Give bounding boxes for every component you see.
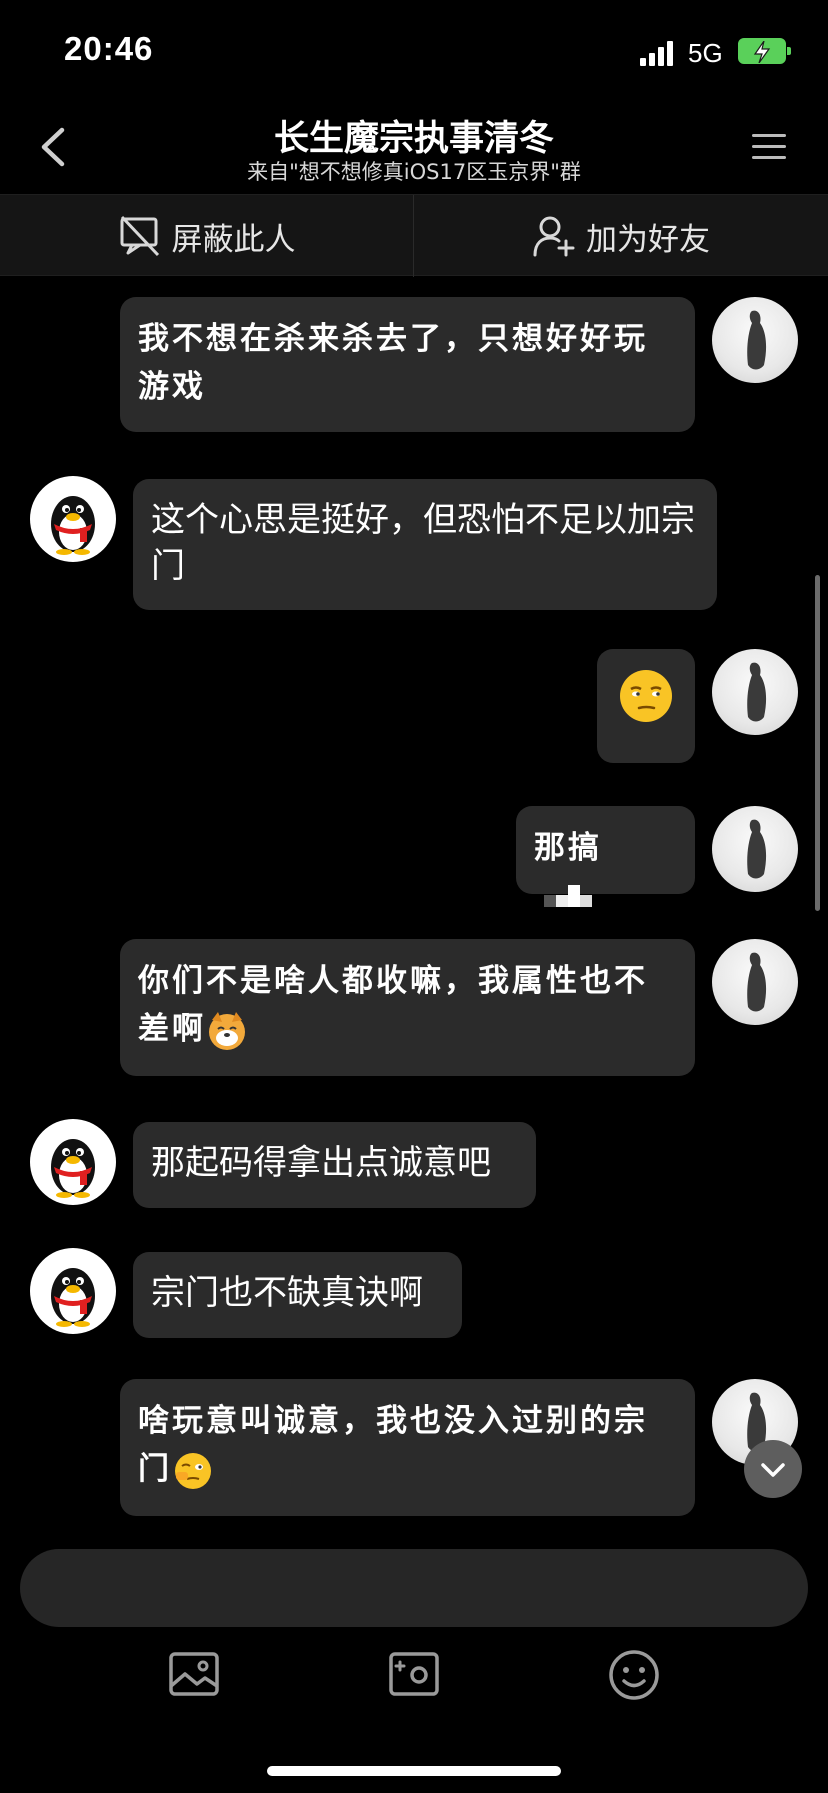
message-bubble-received[interactable]: 宗门也不缺真诀啊 [133, 1252, 462, 1338]
mosaic-emoji-icon [544, 884, 592, 907]
block-icon [120, 215, 159, 257]
penguin-avatar-icon [51, 496, 95, 555]
ink-figure-avatar-icon [747, 952, 767, 1012]
message-text: 那起码得拿出点诚意吧 [151, 1143, 491, 1183]
avatar[interactable] [30, 476, 116, 562]
message-bubble-received[interactable]: 这个心思是挺好，但恐怕不足以加宗门 [133, 479, 717, 610]
message-bubble-sent[interactable]: 那搞 [516, 806, 695, 907]
avatar[interactable] [712, 297, 798, 383]
menu-button[interactable] [752, 130, 786, 164]
home-indicator[interactable] [267, 1766, 561, 1776]
message-text: 那搞 [534, 830, 602, 866]
message-bubble-sent[interactable]: 我不想在杀来杀去了，只想好好玩游戏 [120, 297, 695, 432]
message-text: 宗门也不缺真诀啊 [151, 1273, 423, 1313]
ink-figure-avatar-icon [747, 819, 767, 879]
message-list[interactable]: 我不想在杀来杀去了，只想好好玩游戏 这个心思是挺好，但恐怕不足以加宗门 那搞 你… [0, 277, 828, 1527]
action-bar: 屏蔽此人 加为好友 [0, 194, 828, 277]
battery-icon [738, 38, 791, 64]
penguin-avatar-icon [51, 1139, 95, 1198]
message-input[interactable] [20, 1549, 808, 1627]
status-bar: 20:46 5G [0, 0, 828, 100]
emoji-icon [609, 1650, 659, 1700]
signal-icon [640, 40, 674, 66]
message-text: 这个心思是挺好，但恐怕不足以加宗门 [151, 500, 695, 586]
message-bubble-sent[interactable]: 你们不是啥人都收嘛，我属性也不差啊 [120, 939, 695, 1076]
image-button[interactable] [167, 1648, 221, 1702]
avatar[interactable] [30, 1248, 116, 1334]
chevron-down-icon [761, 1463, 785, 1477]
message-bubble-received[interactable]: 那起码得拿出点诚意吧 [133, 1122, 536, 1208]
camera-button[interactable] [387, 1648, 441, 1702]
avatar[interactable] [712, 649, 798, 735]
chat-header: 长生魔宗执事清冬 来自"想不想修真iOS17区玉京界"群 [0, 100, 828, 192]
penguin-avatar-icon [51, 1268, 95, 1327]
group-source: 来自"想不想修真iOS17区玉京界"群 [247, 160, 581, 184]
avatar[interactable] [712, 939, 798, 1025]
dog-face-emoji-icon [209, 1011, 245, 1050]
ink-figure-avatar-icon [747, 662, 767, 722]
avatar[interactable] [712, 806, 798, 892]
image-icon [169, 1652, 219, 1696]
network-label: 5G [688, 38, 723, 68]
message-bubble-sent[interactable]: 啥玩意叫诚意，我也没入过别的宗门 [120, 1379, 695, 1516]
scrollbar-thumb[interactable] [815, 575, 820, 911]
block-user-button[interactable]: 屏蔽此人 [0, 195, 414, 277]
status-time: 20:46 [64, 30, 154, 67]
message-bubble-sent[interactable] [597, 649, 695, 763]
block-user-label: 屏蔽此人 [171, 221, 296, 258]
emoji-button[interactable] [607, 1648, 661, 1702]
ink-figure-avatar-icon [747, 310, 767, 370]
scroll-to-bottom-button[interactable] [744, 1440, 802, 1498]
add-user-icon [533, 216, 575, 257]
message-text: 我不想在杀来杀去了，只想好好玩游戏 [138, 321, 648, 405]
page-title: 长生魔宗执事清冬 [273, 119, 554, 159]
message-text: 啥玩意叫诚意，我也没入过别的宗门 [138, 1403, 648, 1487]
add-friend-label: 加为好友 [586, 221, 710, 258]
thinking-face-emoji-icon [175, 1452, 211, 1489]
camera-icon [389, 1652, 439, 1696]
add-friend-button[interactable]: 加为好友 [414, 195, 828, 277]
avatar[interactable] [30, 1119, 116, 1205]
smug-face-emoji-icon [620, 670, 672, 722]
